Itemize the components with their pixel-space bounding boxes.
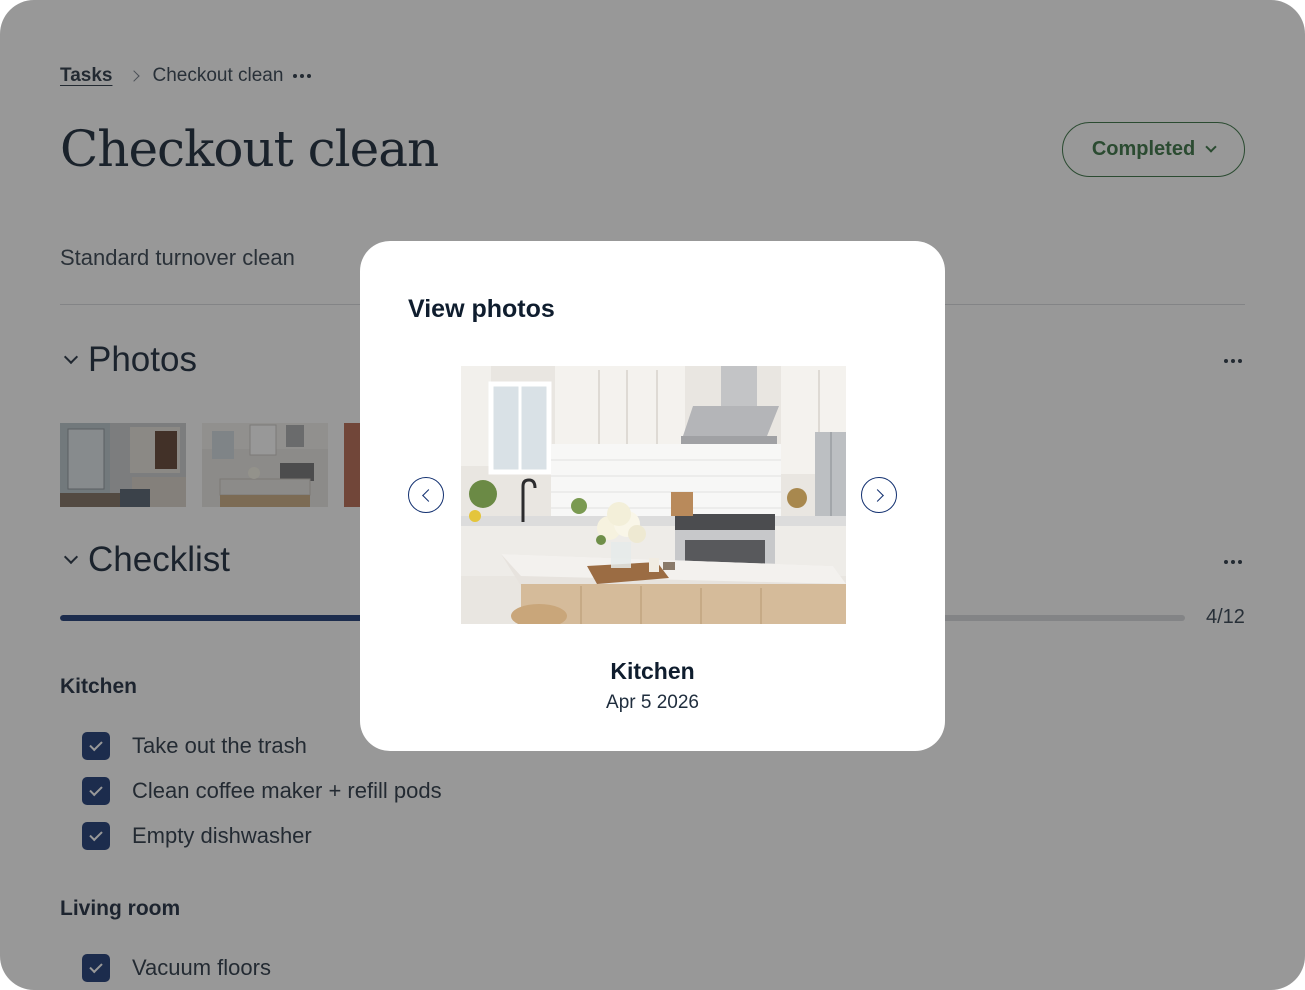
next-photo-button[interactable]: [861, 477, 897, 513]
photo-caption: Kitchen: [610, 658, 695, 684]
task-detail-app: Tasks Checkout clean Checkout clean Comp…: [0, 0, 1305, 990]
chevron-left-icon: [421, 488, 435, 502]
chevron-right-icon: [870, 488, 884, 502]
photo-viewer-image: [461, 366, 846, 624]
view-photos-modal: View photos Kitchen Apr 5 2026: [360, 241, 945, 751]
photo-date: Apr 5 2026: [606, 692, 699, 713]
previous-photo-button[interactable]: [408, 477, 444, 513]
modal-title: View photos: [408, 295, 555, 323]
